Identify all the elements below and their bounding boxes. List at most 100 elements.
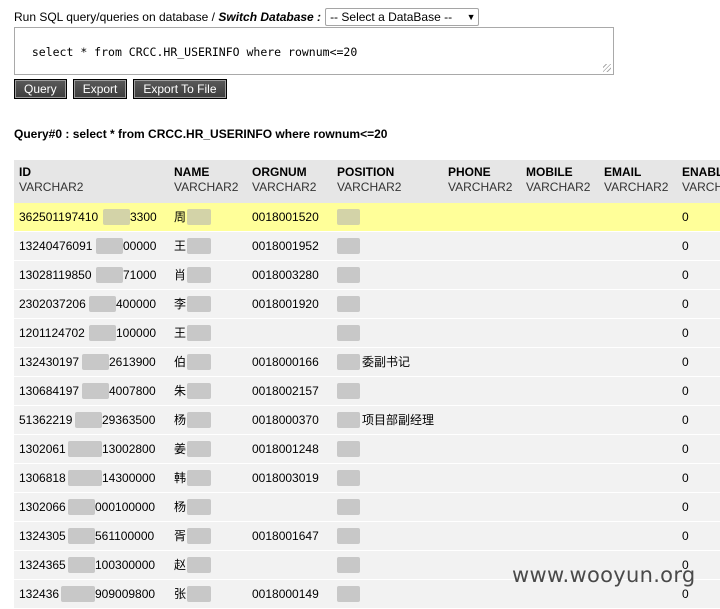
cell-orgnum: 0018000149	[252, 587, 319, 601]
database-bar: Run SQL query/queries on database / Swit…	[14, 7, 480, 27]
cell-orgnum: 0018000166	[252, 355, 319, 369]
database-select[interactable]: -- Select a DataBase -- ▼	[325, 8, 480, 26]
cell-id-start: 13028119850	[19, 268, 92, 282]
cell-orgnum: 0018000370	[252, 413, 319, 427]
resize-grip-icon[interactable]	[603, 64, 611, 72]
cell-enabled: 0	[682, 326, 689, 340]
column-type: VARCHAR2	[448, 180, 513, 194]
cell-id-start: 1201124702	[19, 326, 85, 340]
column-header-enabl: ENABL VARCH	[682, 165, 720, 195]
redaction-blur	[68, 499, 95, 515]
column-name: ID	[19, 165, 31, 179]
column-type: VARCHAR2	[526, 180, 591, 194]
redaction-blur	[187, 296, 211, 312]
cell-id-start: 1302066	[19, 500, 66, 514]
export-to-file-button[interactable]: Export To File	[133, 79, 227, 99]
table-row[interactable]: 1324305 561100000 胥 0018001647 0	[14, 522, 720, 551]
redaction-blur	[187, 267, 211, 283]
cell-enabled: 0	[682, 297, 689, 311]
table-row[interactable]: 1201124702 100000 王 0	[14, 319, 720, 348]
cell-name: 周	[174, 210, 187, 224]
cell-id-end: 29363500	[102, 413, 156, 427]
cell-id-end: 000100000	[95, 500, 156, 514]
table-row[interactable]: 51362219 29363500 杨 0018000370 项目部副经理 0	[14, 406, 720, 435]
table-row[interactable]: 1302061 13002800 姜 0018001248 0	[14, 435, 720, 464]
table-row[interactable]: 2302037206 400000 李 0018001920 0	[14, 290, 720, 319]
cell-orgnum: 0018001920	[252, 297, 319, 311]
table-row[interactable]: 362501197410 3300 周 0018001520 0	[14, 203, 720, 232]
redaction-blur	[68, 441, 102, 457]
redaction-blur	[82, 383, 109, 399]
cell-name: 李	[174, 297, 187, 311]
cell-enabled: 0	[682, 442, 689, 456]
redaction-blur	[68, 528, 95, 544]
redaction-blur	[337, 557, 360, 573]
column-type: VARCHAR2	[174, 180, 239, 194]
cell-name: 肖	[174, 268, 187, 282]
redaction-blur	[96, 238, 123, 254]
cell-id-start: 130684197	[19, 384, 80, 398]
result-table: ID VARCHAR2 NAME VARCHAR2 ORGNUM VARCHAR2 POSI…	[14, 160, 720, 609]
cell-enabled: 0	[682, 413, 689, 427]
cell-orgnum: 0018001952	[252, 239, 319, 253]
column-type: VARCHAR2	[19, 180, 84, 194]
cell-name: 王	[174, 239, 187, 253]
column-header-position: POSITION VARCHAR2	[337, 165, 401, 195]
export-button[interactable]: Export	[72, 79, 128, 99]
column-name: ENABL	[682, 165, 720, 179]
cell-id-end: 4007800	[109, 384, 156, 398]
redaction-blur	[187, 412, 211, 428]
redaction-blur	[187, 383, 211, 399]
action-buttons: Query Export Export To File	[14, 79, 227, 99]
cell-orgnum: 0018001248	[252, 442, 319, 456]
column-type: VARCHAR2	[337, 180, 402, 194]
cell-name: 张	[174, 587, 187, 601]
table-row[interactable]: 130684197 4007800 朱 0018002157 0	[14, 377, 720, 406]
redaction-blur	[68, 470, 102, 486]
column-header-orgnum: ORGNUM VARCHAR2	[252, 165, 316, 195]
cell-name: 杨	[174, 413, 187, 427]
redaction-blur	[89, 296, 116, 312]
query-button[interactable]: Query	[14, 79, 67, 99]
cell-id-start: 1324305	[19, 529, 66, 543]
cell-id-start: 362501197410	[19, 210, 99, 224]
table-row[interactable]: 13028119850 71000 肖 0018003280 0	[14, 261, 720, 290]
cell-enabled: 0	[682, 384, 689, 398]
redaction-blur	[187, 441, 211, 457]
cell-enabled: 0	[682, 500, 689, 514]
cell-name: 王	[174, 326, 187, 340]
cell-name: 胥	[174, 529, 187, 543]
column-name: PHONE	[448, 165, 491, 179]
redaction-blur	[337, 470, 360, 486]
column-header-email: EMAIL VARCHAR2	[604, 165, 668, 195]
cell-position: 项目部副经理	[362, 413, 435, 427]
redaction-blur	[337, 267, 360, 283]
cell-name: 赵	[174, 558, 187, 572]
table-row[interactable]: 132430197 2613900 伯 0018000166 委副书记 0	[14, 348, 720, 377]
cell-enabled: 0	[682, 529, 689, 543]
redaction-blur	[337, 528, 360, 544]
cell-id-start: 2302037206	[19, 297, 86, 311]
cell-id-start: 132436	[19, 587, 60, 601]
column-type: VARCH	[682, 180, 720, 194]
cell-id-end: 561100000	[95, 529, 155, 543]
sql-query-textarea[interactable]: select * from CRCC.HR_USERINFO where row…	[14, 27, 614, 75]
table-row[interactable]: 1306818 14300000 韩 0018003019 0	[14, 464, 720, 493]
cell-enabled: 0	[682, 355, 689, 369]
redaction-blur	[89, 325, 116, 341]
redaction-blur	[61, 586, 95, 602]
redaction-blur	[187, 354, 211, 370]
chevron-down-icon: ▼	[466, 12, 476, 22]
cell-id-start: 1324365	[19, 558, 66, 572]
cell-name: 韩	[174, 471, 187, 485]
cell-id-end: 100000	[116, 326, 157, 340]
cell-id-start: 132430197	[19, 355, 80, 369]
redaction-blur	[337, 296, 360, 312]
table-row[interactable]: 1302066 000100000 杨 0	[14, 493, 720, 522]
redaction-blur	[337, 586, 360, 602]
column-name: POSITION	[337, 165, 395, 179]
redaction-blur	[96, 267, 123, 283]
cell-enabled: 0	[682, 210, 689, 224]
table-row[interactable]: 13240476091 00000 王 0018001952 0	[14, 232, 720, 261]
watermark: www.wooyun.org	[512, 563, 696, 587]
